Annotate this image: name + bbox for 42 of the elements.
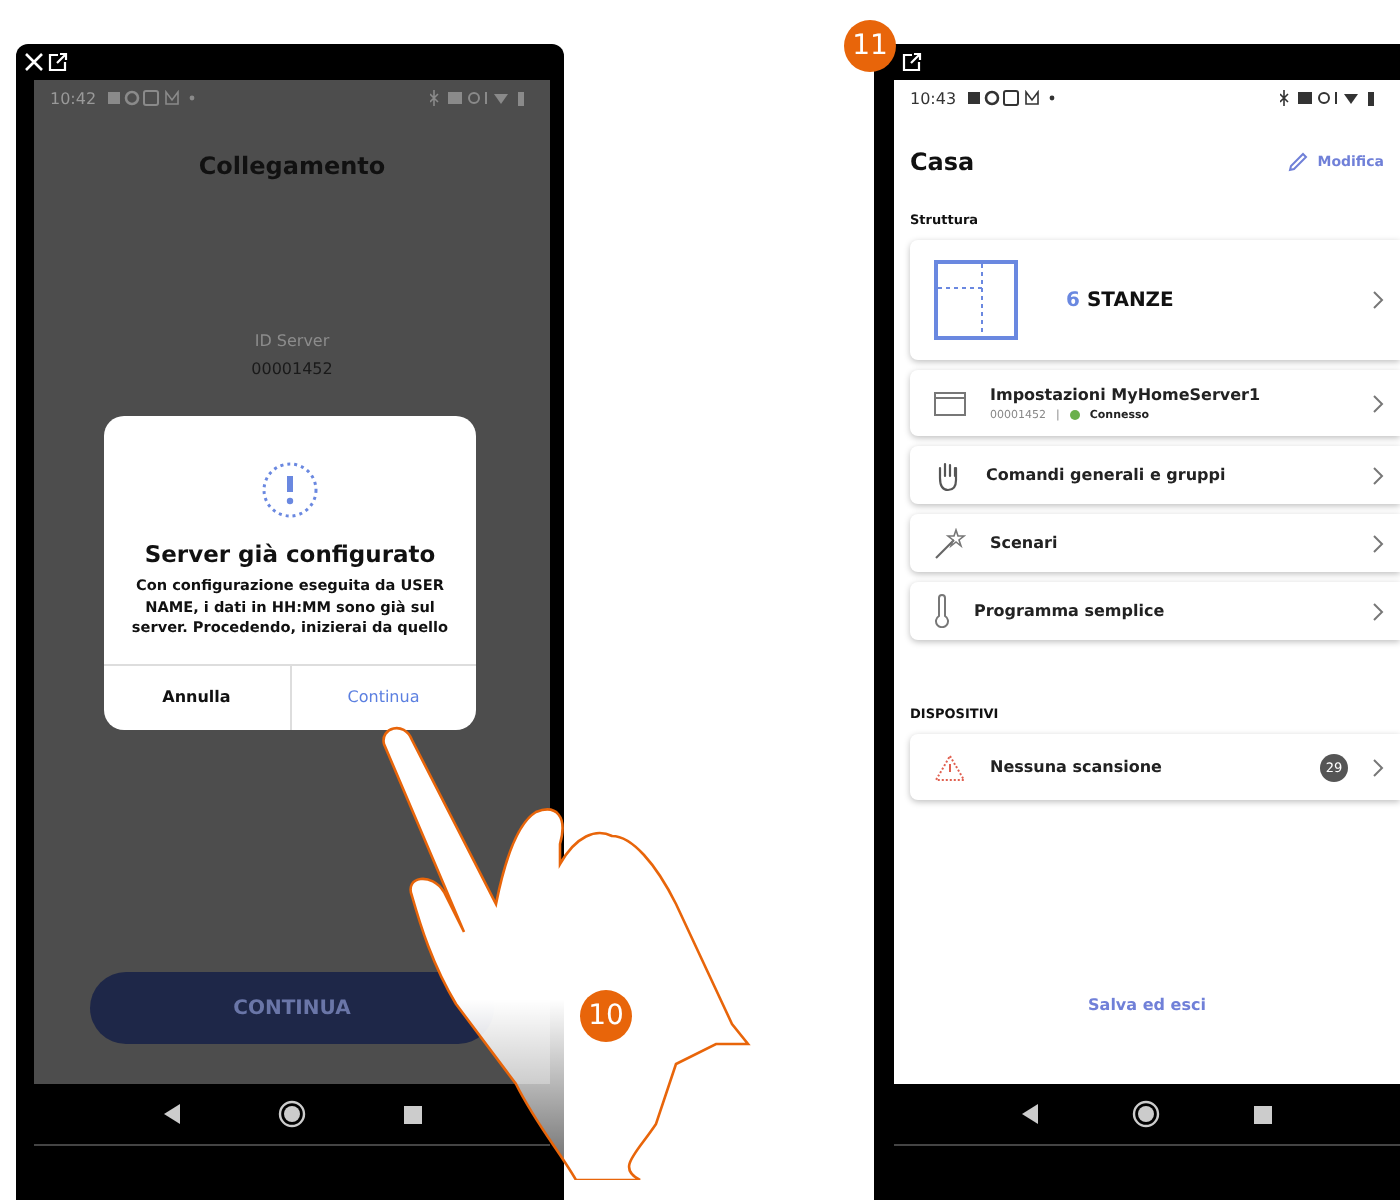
menu-label: Programma semplice <box>974 602 1167 620</box>
chevron-icon <box>1372 601 1384 621</box>
monitor-icon <box>934 391 966 415</box>
menu-item[interactable]: Programma semplice <box>910 582 1400 640</box>
server-name: Impostazioni MyHomeServer1 <box>990 385 1263 403</box>
cancel-button[interactable]: Annulla <box>104 665 289 730</box>
save-exit-link[interactable]: Salva ed esci <box>1076 994 1218 1016</box>
status-time: 10:43 <box>910 89 957 107</box>
floor-plan-icon <box>934 260 1018 340</box>
thermometer-icon <box>934 594 950 628</box>
chevron-icon <box>1372 533 1384 553</box>
menu-item[interactable]: Comandi generali e gruppi <box>910 446 1400 504</box>
back-icon[interactable] <box>1021 1104 1038 1124</box>
menu-item[interactable]: Scenari <box>910 514 1400 572</box>
home-icon[interactable] <box>277 1100 305 1128</box>
external-link-icon[interactable] <box>902 52 922 72</box>
menu-label: Comandi generali e gruppi <box>986 466 1228 484</box>
recents-icon[interactable] <box>1254 1105 1273 1123</box>
rooms-count: 6 STANZE <box>1066 289 1176 311</box>
chevron-icon <box>1372 465 1384 485</box>
devices-label: Nessuna scansione <box>990 758 1164 776</box>
chevron-icon <box>1372 393 1384 413</box>
warning-icon <box>934 753 966 781</box>
dialog-title: Server già configurato <box>144 540 436 568</box>
home-icon[interactable] <box>1131 1100 1160 1128</box>
menu-label: Scenari <box>990 534 1060 552</box>
chevron-icon <box>1372 757 1384 777</box>
pencil-icon <box>1287 152 1308 172</box>
recents-icon[interactable] <box>403 1105 421 1123</box>
external-link-icon[interactable] <box>48 52 68 72</box>
chevron-icon <box>1372 290 1384 310</box>
screen-title: Casa <box>910 148 977 176</box>
exclamation-icon <box>260 460 320 520</box>
close-icon[interactable] <box>24 52 44 72</box>
magic-wand-icon <box>934 527 966 559</box>
rooms-card[interactable]: 6 STANZE <box>910 240 1400 360</box>
id-label: ID Server <box>252 332 332 350</box>
back-icon[interactable] <box>163 1104 179 1124</box>
screen-title: Collegamento <box>196 152 388 180</box>
status-time: 10:42 <box>50 89 97 107</box>
step-number: 11 <box>844 20 896 72</box>
hand-icon <box>934 459 962 491</box>
